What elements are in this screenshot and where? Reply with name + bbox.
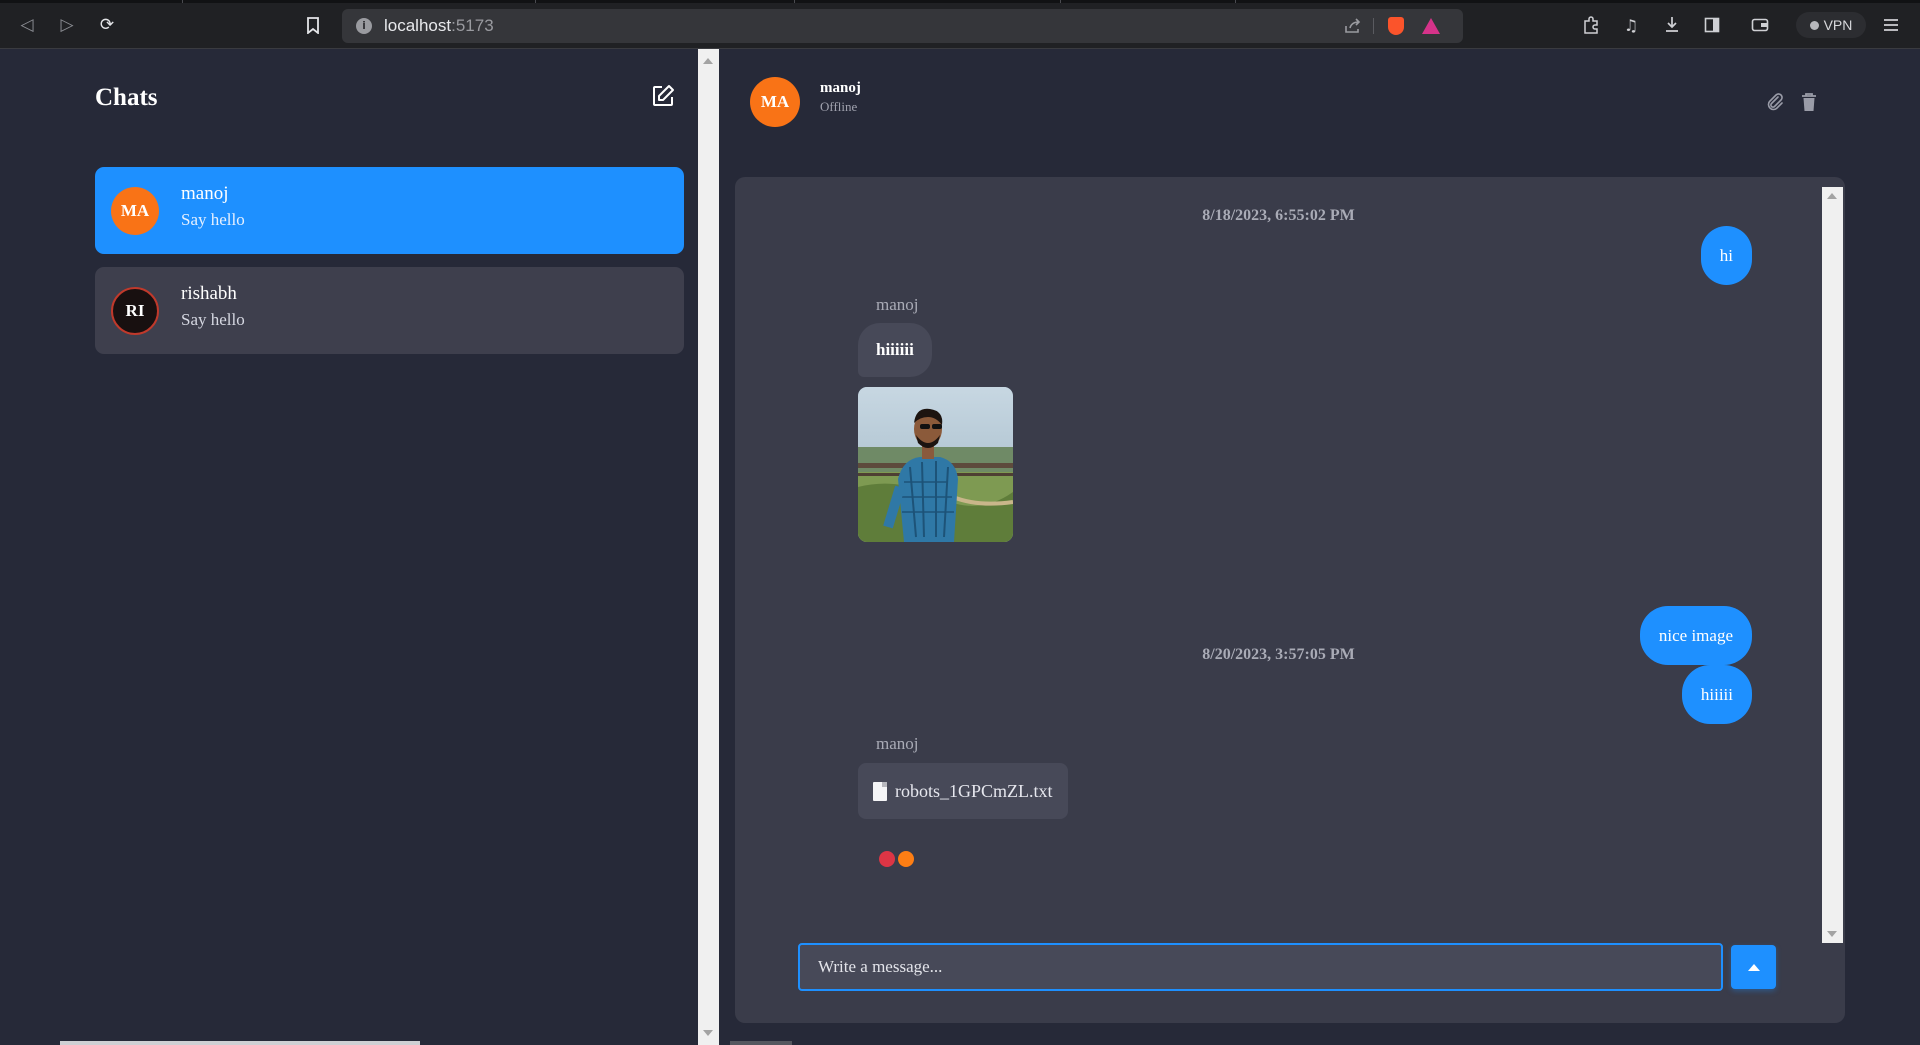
sender-name: manoj: [876, 295, 919, 314]
horizontal-scrollbar[interactable]: [60, 1041, 420, 1045]
incoming-message: hiiiiii: [858, 323, 932, 377]
scroll-down-icon[interactable]: [703, 1030, 713, 1036]
menu-icon[interactable]: [1878, 12, 1904, 38]
send-icon: [1747, 963, 1760, 971]
file-attachment[interactable]: robots_1GPCmZL.txt: [858, 763, 1068, 819]
vpn-status-icon: [1809, 20, 1819, 30]
browser-toolbar: ◁ ▷ ⟳ i localhost:5173 ♫ VPN: [0, 0, 1920, 49]
attach-icon[interactable]: [1765, 92, 1787, 114]
chat-area: MA manoj Offline 8/18/2023, 6:55:02 PM h…: [719, 49, 1920, 1045]
avatar: MA: [750, 77, 800, 127]
brave-shields-icon[interactable]: [1385, 16, 1407, 36]
chat-preview: Say hello: [181, 210, 245, 229]
date-separator: 8/20/2023, 3:57:05 PM: [1202, 646, 1355, 663]
sidebar-scrollbar[interactable]: [698, 49, 719, 1045]
download-icon[interactable]: [1659, 12, 1685, 38]
chat-item-manoj[interactable]: MA manoj Say hello: [95, 167, 684, 254]
chat-panel: 8/18/2023, 6:55:02 PM hi manoj hiiiiii n…: [735, 177, 1845, 1023]
sender-name: manoj: [876, 734, 919, 753]
contact-status: Offline: [820, 99, 858, 114]
tab-strip: [0, 0, 1920, 3]
avatar: RI: [111, 287, 159, 335]
url-host: localhost: [384, 16, 452, 35]
chat-preview: Say hello: [181, 310, 245, 329]
chat-name: manoj: [181, 183, 229, 204]
vpn-button[interactable]: VPN: [1796, 12, 1866, 38]
sidebar-toggle-icon[interactable]: [1699, 12, 1725, 38]
chat-header: MA manoj Offline: [719, 49, 1920, 156]
message-input[interactable]: [798, 943, 1723, 991]
message-list[interactable]: 8/18/2023, 6:55:02 PM hi manoj hiiiiii n…: [735, 177, 1822, 941]
file-icon: [873, 781, 887, 801]
reaction-dot-orange: [898, 851, 914, 867]
sidebar-title: Chats: [95, 84, 158, 111]
url-text[interactable]: localhost:5173: [384, 16, 494, 36]
extensions-icon[interactable]: [1578, 12, 1604, 38]
delete-icon[interactable]: [1800, 92, 1822, 114]
reaction-dot-red: [879, 851, 895, 867]
vpn-label: VPN: [1823, 17, 1853, 33]
bookmark-icon[interactable]: [300, 12, 326, 38]
reload-button[interactable]: ⟳: [94, 12, 120, 38]
back-button[interactable]: ◁: [14, 12, 40, 38]
share-icon[interactable]: [1342, 16, 1364, 36]
site-info-icon[interactable]: i: [356, 18, 372, 34]
forward-button[interactable]: ▷: [54, 12, 80, 38]
url-port: :5173: [451, 16, 494, 35]
scroll-up-icon[interactable]: [1827, 193, 1837, 199]
chat-item-rishabh[interactable]: RI rishabh Say hello: [95, 267, 684, 354]
message-composer: [798, 943, 1788, 991]
new-chat-icon[interactable]: [651, 84, 677, 110]
outgoing-message: hi: [1700, 226, 1752, 285]
address-bar[interactable]: i localhost:5173: [342, 9, 1463, 43]
send-button[interactable]: [1731, 945, 1776, 989]
date-separator: 8/18/2023, 6:55:02 PM: [1202, 207, 1355, 224]
message-scrollbar[interactable]: [1822, 187, 1843, 943]
chat-sidebar: Chats MA manoj Say hello RI rishabh Say …: [0, 49, 698, 1045]
horizontal-scrollbar[interactable]: [730, 1041, 792, 1045]
media-icon[interactable]: ♫: [1618, 12, 1644, 38]
file-name: robots_1GPCmZL.txt: [895, 780, 1053, 801]
chat-name: rishabh: [181, 283, 237, 304]
scroll-down-icon[interactable]: [1827, 931, 1837, 937]
image-attachment[interactable]: [858, 387, 1013, 542]
wallet-icon[interactable]: [1747, 12, 1773, 38]
contact-name: manoj: [820, 80, 861, 96]
url-separator: [1373, 18, 1374, 34]
avatar: MA: [111, 187, 159, 235]
brave-rewards-icon[interactable]: [1420, 16, 1442, 36]
outgoing-message: hiiiii: [1681, 665, 1752, 724]
scroll-up-icon[interactable]: [703, 58, 713, 64]
